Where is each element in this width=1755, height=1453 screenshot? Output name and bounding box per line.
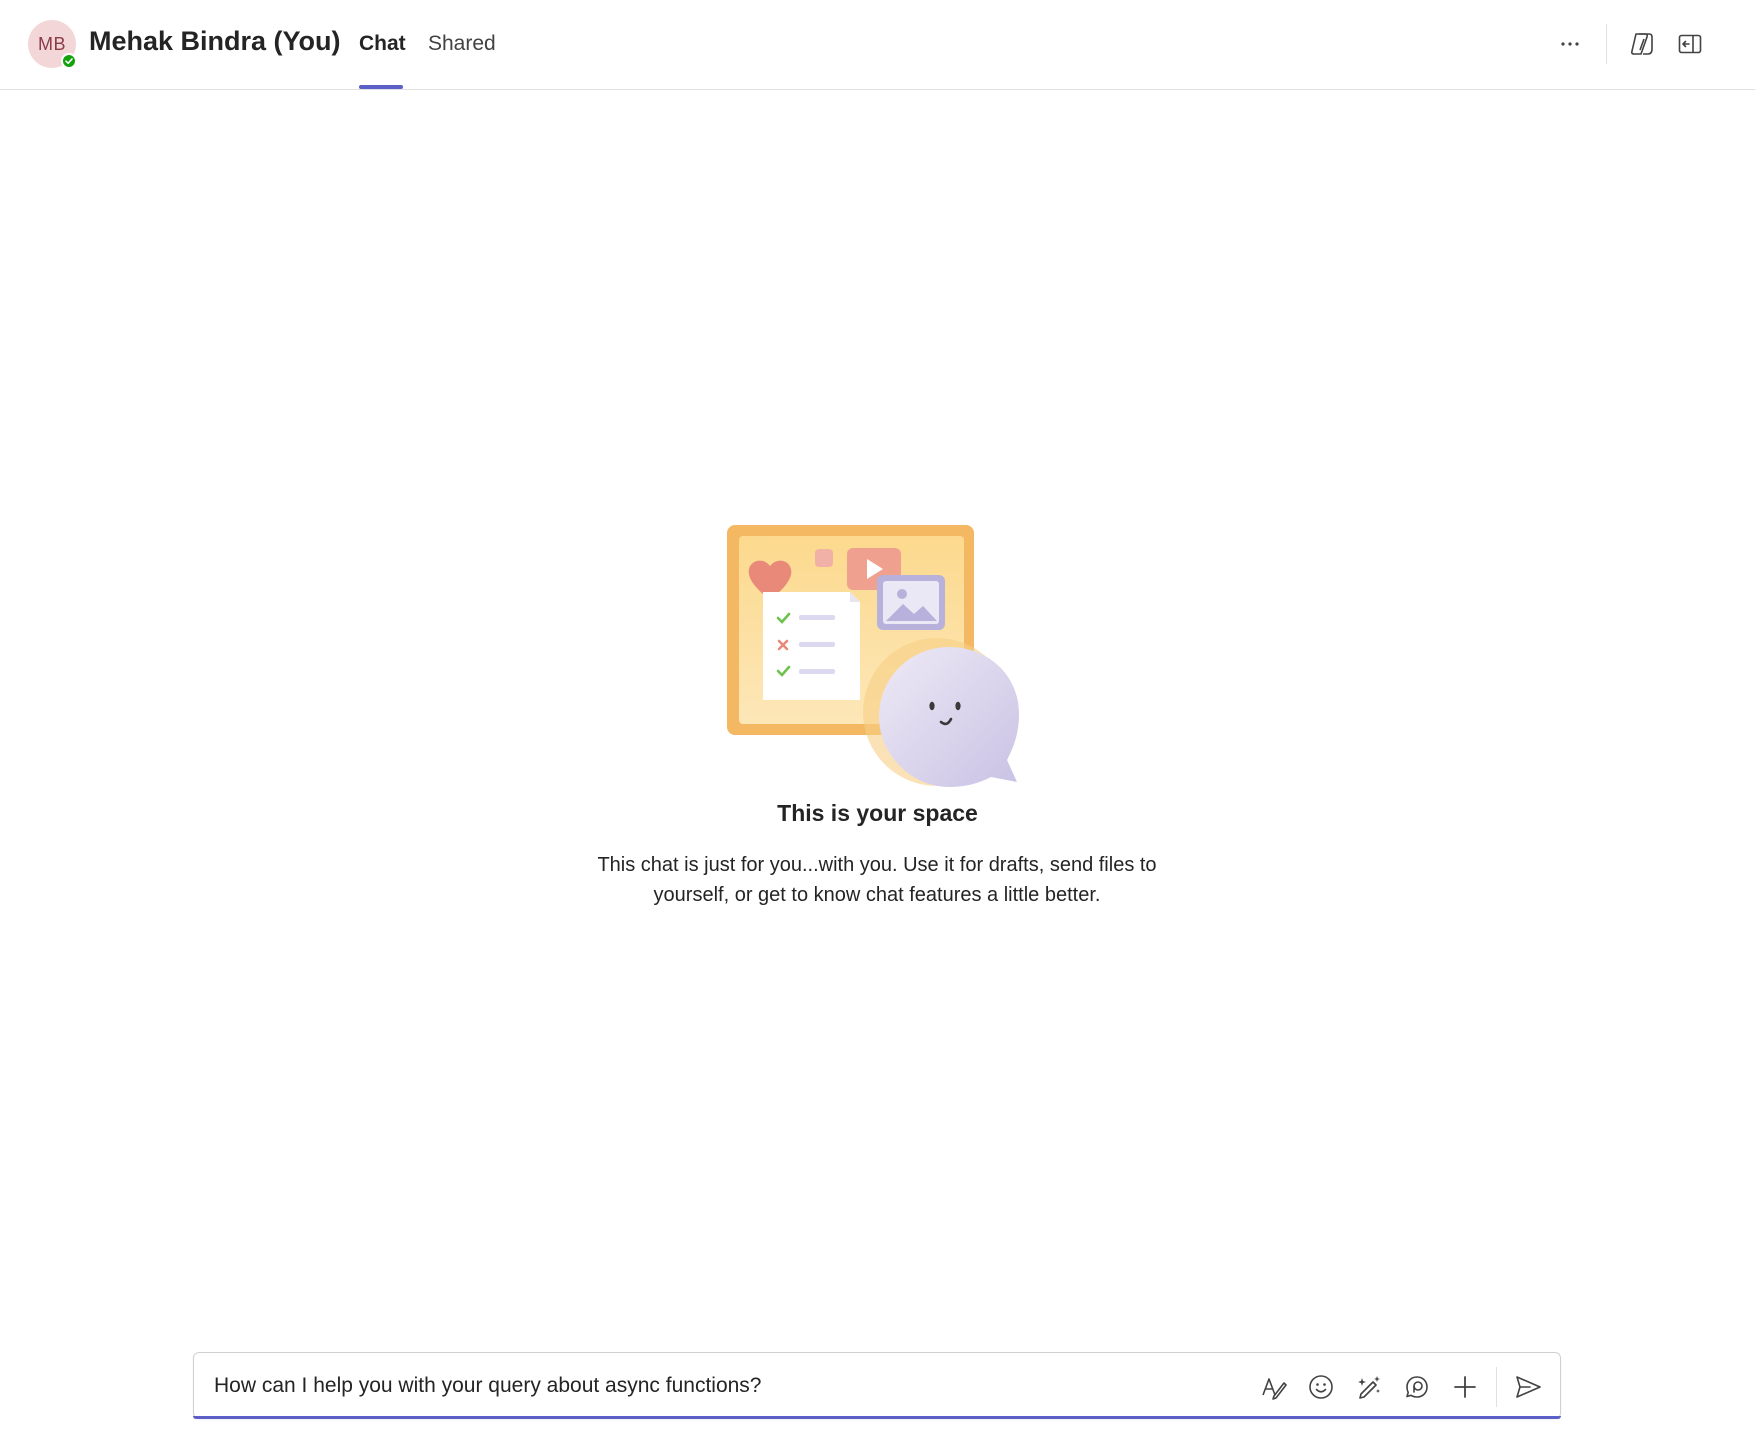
active-tab-indicator (359, 85, 403, 89)
presence-available-icon (61, 53, 77, 69)
copilot-icon (1630, 33, 1653, 55)
emoji-icon (1309, 1375, 1333, 1399)
empty-state-title: This is your space (777, 800, 978, 826)
chat-title: Mehak Bindra (You) (89, 26, 341, 56)
loop-component-button[interactable] (1397, 1367, 1437, 1407)
header-divider (1606, 24, 1607, 64)
empty-chat-illustration (727, 525, 1019, 787)
more-options-icon (1561, 42, 1579, 46)
attach-plus-icon (1454, 1376, 1476, 1398)
compose-box (193, 1352, 1561, 1419)
emoji-button[interactable] (1301, 1367, 1341, 1407)
ai-rewrite-button[interactable] (1349, 1367, 1389, 1407)
compose-focus-indicator (193, 1416, 1561, 1419)
format-button[interactable] (1253, 1367, 1293, 1407)
ai-rewrite-icon (1358, 1376, 1380, 1399)
empty-state-description: This chat is just for you...with you. Us… (597, 854, 1157, 906)
compose-divider (1496, 1367, 1497, 1407)
send-button[interactable] (1508, 1367, 1548, 1407)
copilot-button[interactable] (1620, 22, 1664, 66)
format-icon (1262, 1378, 1287, 1400)
avatar-initials: MB (38, 33, 66, 54)
send-icon (1516, 1376, 1541, 1398)
tab-shared[interactable]: Shared (428, 32, 496, 56)
attach-plus-button[interactable] (1445, 1367, 1485, 1407)
pop-out-chat-button[interactable] (1668, 22, 1712, 66)
more-options-button[interactable] (1548, 22, 1592, 66)
message-input[interactable] (214, 1371, 1164, 1401)
pop-out-chat-icon (1678, 34, 1702, 54)
loop-component-icon (1406, 1376, 1428, 1398)
chat-header: MB Mehak Bindra (You) Chat Shared (0, 0, 1755, 90)
tab-chat[interactable]: Chat (359, 32, 406, 56)
